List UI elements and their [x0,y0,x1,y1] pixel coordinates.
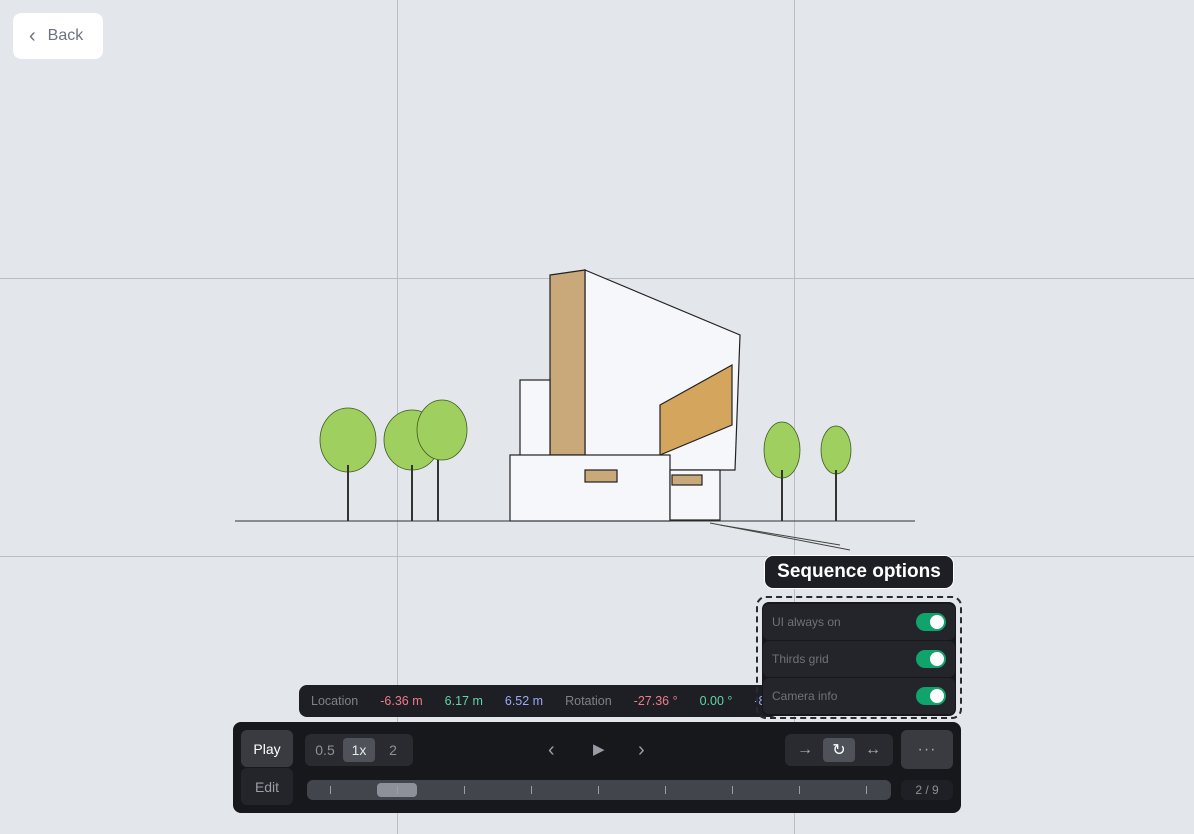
keyframe-tick[interactable] [397,786,398,794]
previous-button[interactable]: ‹ [548,738,555,762]
edit-mode-tab[interactable]: Edit [241,768,293,805]
loop-icon[interactable]: ↻ [823,738,855,762]
back-label: Back [47,27,84,44]
chevron-left-icon: ‹ [29,24,36,47]
building-sketch [235,269,915,551]
ui-always-on-toggle[interactable] [916,613,946,631]
speed-selector: 0.5 1x 2 [305,734,413,766]
keyframe-tick[interactable] [732,786,733,794]
arrow-right-icon[interactable]: → [789,738,821,762]
location-label: Location [311,694,359,708]
keyframe-tick[interactable] [799,786,800,794]
option-ui-always-on: UI always on [763,604,955,640]
option-label: Thirds grid [772,652,829,666]
playback-panel: Play Edit 0.5 1x 2 ‹ ▶ › → ↻ ↔ ··· 2 / 9 [233,722,961,813]
keyframe-tick[interactable] [665,786,666,794]
camera-info-toggle[interactable] [916,687,946,705]
back-button[interactable]: ‹ Back [13,13,103,59]
rotation-x: -27.36 ° [633,694,678,708]
speed-option[interactable]: 1x [343,738,375,762]
loop-mode-selector: → ↻ ↔ [785,734,893,766]
keyframe-tick[interactable] [598,786,599,794]
chevron-right-icon: › [638,739,645,761]
rotation-label: Rotation [565,694,612,708]
rotation-y: 0.00 ° [699,694,733,708]
speed-option[interactable]: 0.5 [309,738,341,762]
chevron-left-icon: ‹ [548,739,555,761]
camera-info-bar: Location -6.36 m 6.17 m 6.52 m Rotation … [299,685,779,717]
play-mode-tab[interactable]: Play [241,730,293,767]
sequence-options-title: Sequence options [764,555,954,589]
location-x: -6.36 m [380,694,423,708]
next-button[interactable]: › [638,738,645,762]
location-z: 6.52 m [504,694,544,708]
arrow-left-right-icon[interactable]: ↔ [857,738,889,762]
option-camera-info: Camera info [763,678,955,714]
sequence-options-popup: UI always on Thirds grid Camera info [756,596,962,719]
option-thirds-grid: Thirds grid [763,641,955,677]
play-button[interactable]: ▶ [593,738,605,762]
keyframe-counter: 2 / 9 [901,780,953,800]
location-y: 6.17 m [444,694,483,708]
speed-option[interactable]: 2 [377,738,409,762]
timeline-scrubber[interactable] [307,780,891,800]
keyframe-tick[interactable] [531,786,532,794]
thirds-grid-toggle[interactable] [916,650,946,668]
play-icon: ▶ [593,741,605,758]
option-label: Camera info [772,689,838,703]
keyframe-tick[interactable] [866,786,867,794]
option-label: UI always on [772,615,841,629]
more-options-button[interactable]: ··· [901,730,953,769]
keyframe-tick[interactable] [464,786,465,794]
keyframe-tick[interactable] [330,786,331,794]
